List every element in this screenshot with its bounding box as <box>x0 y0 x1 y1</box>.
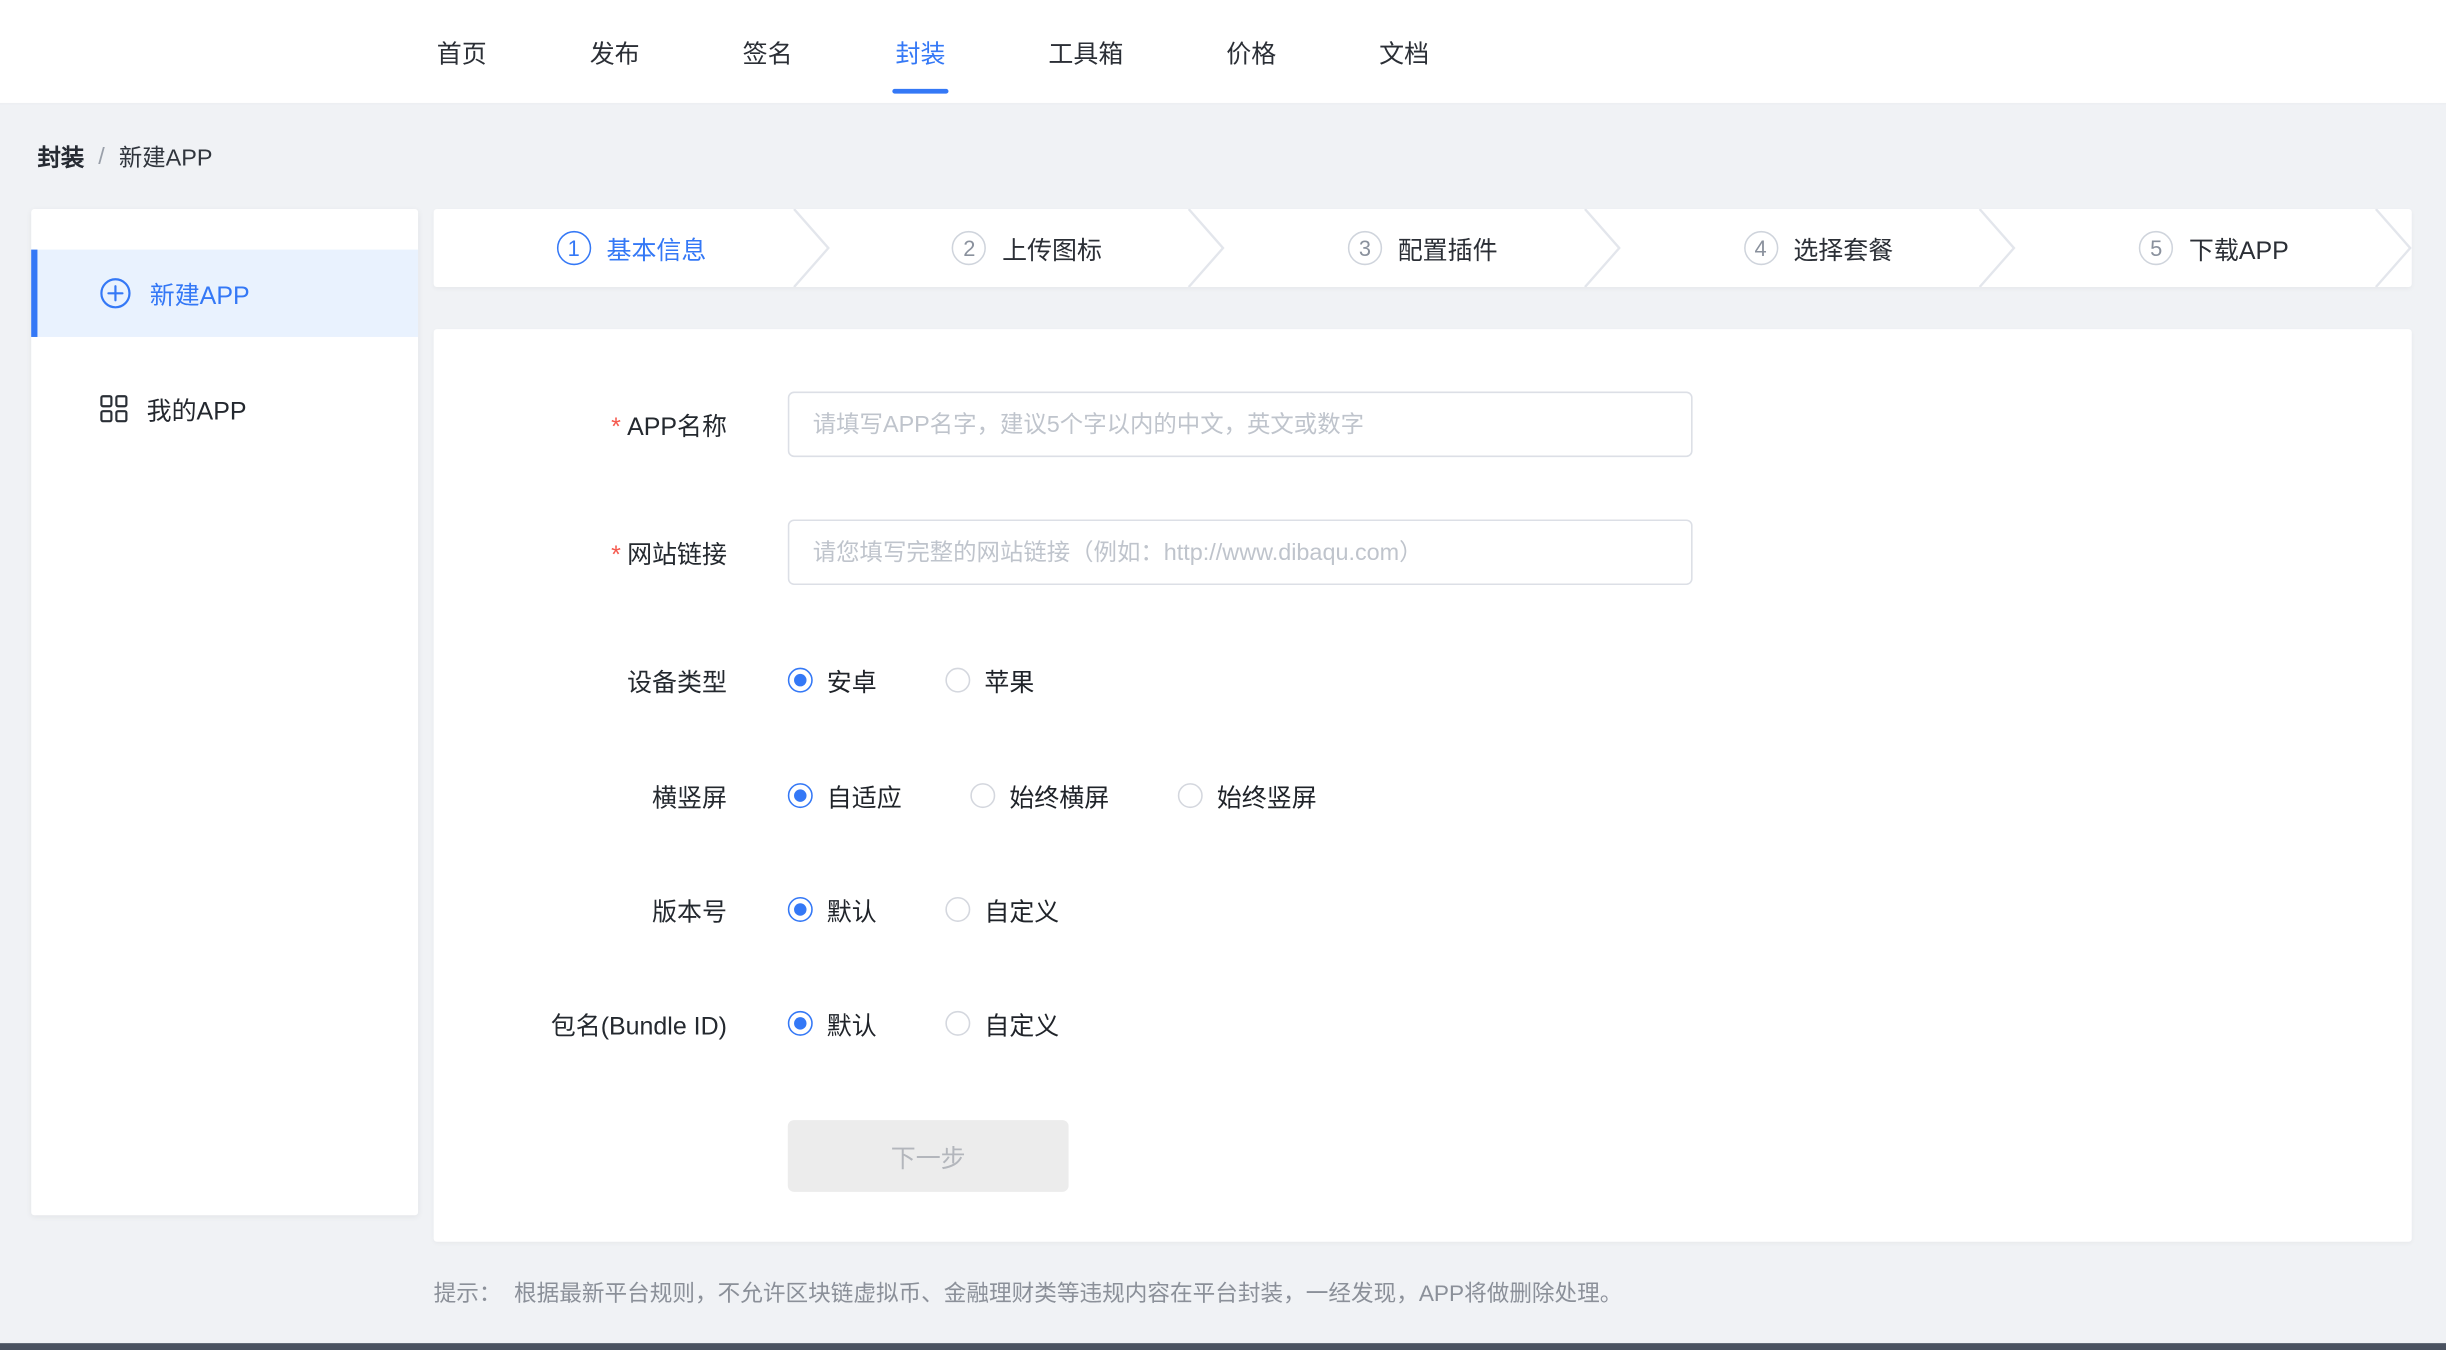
next-step-button[interactable]: 下一步 <box>788 1120 1069 1192</box>
required-asterisk: * <box>611 415 621 442</box>
sidebar-item-label: 新建APP <box>150 275 250 312</box>
field-label: *网站链接 <box>434 534 788 571</box>
form-row-version: 版本号 默认 自定义 <box>434 877 2412 943</box>
step-4-choose-plan: 4 选择套餐 <box>1620 209 2016 287</box>
chevron-right-icon <box>792 209 829 287</box>
step-3-configure-plugins: 3 配置插件 <box>1225 209 1621 287</box>
field-label: 设备类型 <box>434 661 788 698</box>
step-wizard: 1 基本信息 2 上传图标 3 配置插件 <box>434 209 2412 287</box>
step-label: 上传图标 <box>1002 229 1102 266</box>
chevron-right-icon <box>2374 209 2411 287</box>
radio-bundle-custom[interactable]: 自定义 <box>945 1005 1059 1042</box>
radio-version-default[interactable]: 默认 <box>788 891 877 928</box>
sidebar-item-label: 我的APP <box>147 390 247 427</box>
field-label: *APP名称 <box>434 406 788 443</box>
page: 首页 发布 签名 封装 工具箱 价格 文档 封装 / 新建APP 新建APP <box>0 0 2446 1350</box>
radio-unchecked-icon <box>1178 783 1203 808</box>
step-number-badge: 3 <box>1348 231 1382 265</box>
top-nav: 首页 发布 签名 封装 工具箱 价格 文档 <box>0 0 2446 105</box>
nav-tab-publish[interactable]: 发布 <box>590 0 640 103</box>
step-2-upload-icon: 2 上传图标 <box>829 209 1225 287</box>
form-row-device-type: 设备类型 安卓 苹果 <box>434 647 2412 713</box>
form-row-bundle-id: 包名(Bundle ID) 默认 自定义 <box>434 991 2412 1057</box>
nav-tab-docs[interactable]: 文档 <box>1379 0 1429 103</box>
app-name-input[interactable] <box>788 392 1693 458</box>
nav-tab-home[interactable]: 首页 <box>437 0 487 103</box>
tip-text: 根据最新平台规则，不允许区块链虚拟币、金融理财类等违规内容在平台封装，一经发现，… <box>514 1276 1622 1309</box>
nav-tab-sign[interactable]: 签名 <box>743 0 793 103</box>
required-asterisk: * <box>611 543 621 570</box>
step-number-badge: 1 <box>557 231 591 265</box>
radio-unchecked-icon <box>945 668 970 693</box>
sidebar-item-new-app[interactable]: 新建APP <box>31 250 418 337</box>
chevron-right-icon <box>1583 209 1620 287</box>
radio-checked-icon <box>788 668 813 693</box>
basic-info-form: *APP名称 *网站链接 设备类型 安卓 <box>434 329 2412 1242</box>
radio-bundle-default[interactable]: 默认 <box>788 1005 877 1042</box>
nav-tab-toolbox[interactable]: 工具箱 <box>1048 0 1123 103</box>
step-1-basic-info: 1 基本信息 <box>434 209 830 287</box>
nav-tab-package[interactable]: 封装 <box>896 0 946 103</box>
chevron-right-icon <box>1187 209 1224 287</box>
step-label: 基本信息 <box>606 229 706 266</box>
step-label: 配置插件 <box>1398 229 1498 266</box>
radio-android[interactable]: 安卓 <box>788 661 877 698</box>
breadcrumb-separator: / <box>98 144 105 171</box>
radio-always-portrait[interactable]: 始终竖屏 <box>1178 777 1317 814</box>
footer-strip <box>0 1343 2446 1350</box>
field-label: 包名(Bundle ID) <box>434 1005 788 1042</box>
nav-tab-price[interactable]: 价格 <box>1226 0 1276 103</box>
form-row-app-name: *APP名称 <box>434 392 2412 458</box>
radio-unchecked-icon <box>945 1011 970 1036</box>
step-label: 下载APP <box>2189 229 2289 266</box>
radio-checked-icon <box>788 783 813 808</box>
main-panel: 1 基本信息 2 上传图标 3 配置插件 <box>434 209 2412 1309</box>
tip-label: 提示： <box>434 1276 502 1309</box>
field-label: 横竖屏 <box>434 777 788 814</box>
step-number-badge: 4 <box>1743 231 1777 265</box>
grid-icon <box>100 395 128 423</box>
platform-rules-tip: 提示： 根据最新平台规则，不允许区块链虚拟币、金融理财类等违规内容在平台封装，一… <box>434 1276 2412 1309</box>
chevron-right-icon <box>1979 209 2016 287</box>
step-5-download-app: 5 下载APP <box>2016 209 2412 287</box>
form-row-site-url: *网站链接 <box>434 519 2412 585</box>
radio-version-custom[interactable]: 自定义 <box>945 891 1059 928</box>
step-label: 选择套餐 <box>1793 229 1893 266</box>
sidebar: 新建APP 我的APP <box>31 209 418 1215</box>
radio-ios[interactable]: 苹果 <box>945 661 1034 698</box>
field-label: 版本号 <box>434 891 788 928</box>
step-number-badge: 5 <box>2139 231 2173 265</box>
breadcrumb-section[interactable]: 封装 <box>37 140 84 173</box>
radio-unchecked-icon <box>945 897 970 922</box>
radio-checked-icon <box>788 1011 813 1036</box>
radio-checked-icon <box>788 897 813 922</box>
content-area: 新建APP 我的APP 1 基本信息 <box>0 209 2446 1309</box>
step-number-badge: 2 <box>952 231 986 265</box>
form-row-orientation: 横竖屏 自适应 始终横屏 始终竖屏 <box>434 763 2412 829</box>
radio-always-landscape[interactable]: 始终横屏 <box>970 777 1109 814</box>
radio-unchecked-icon <box>970 783 995 808</box>
site-url-input[interactable] <box>788 519 1693 585</box>
breadcrumb: 封装 / 新建APP <box>0 105 2446 210</box>
plus-circle-icon <box>100 278 131 309</box>
breadcrumb-current: 新建APP <box>119 140 213 173</box>
sidebar-item-my-app[interactable]: 我的APP <box>31 365 418 452</box>
radio-auto-orientation[interactable]: 自适应 <box>788 777 902 814</box>
